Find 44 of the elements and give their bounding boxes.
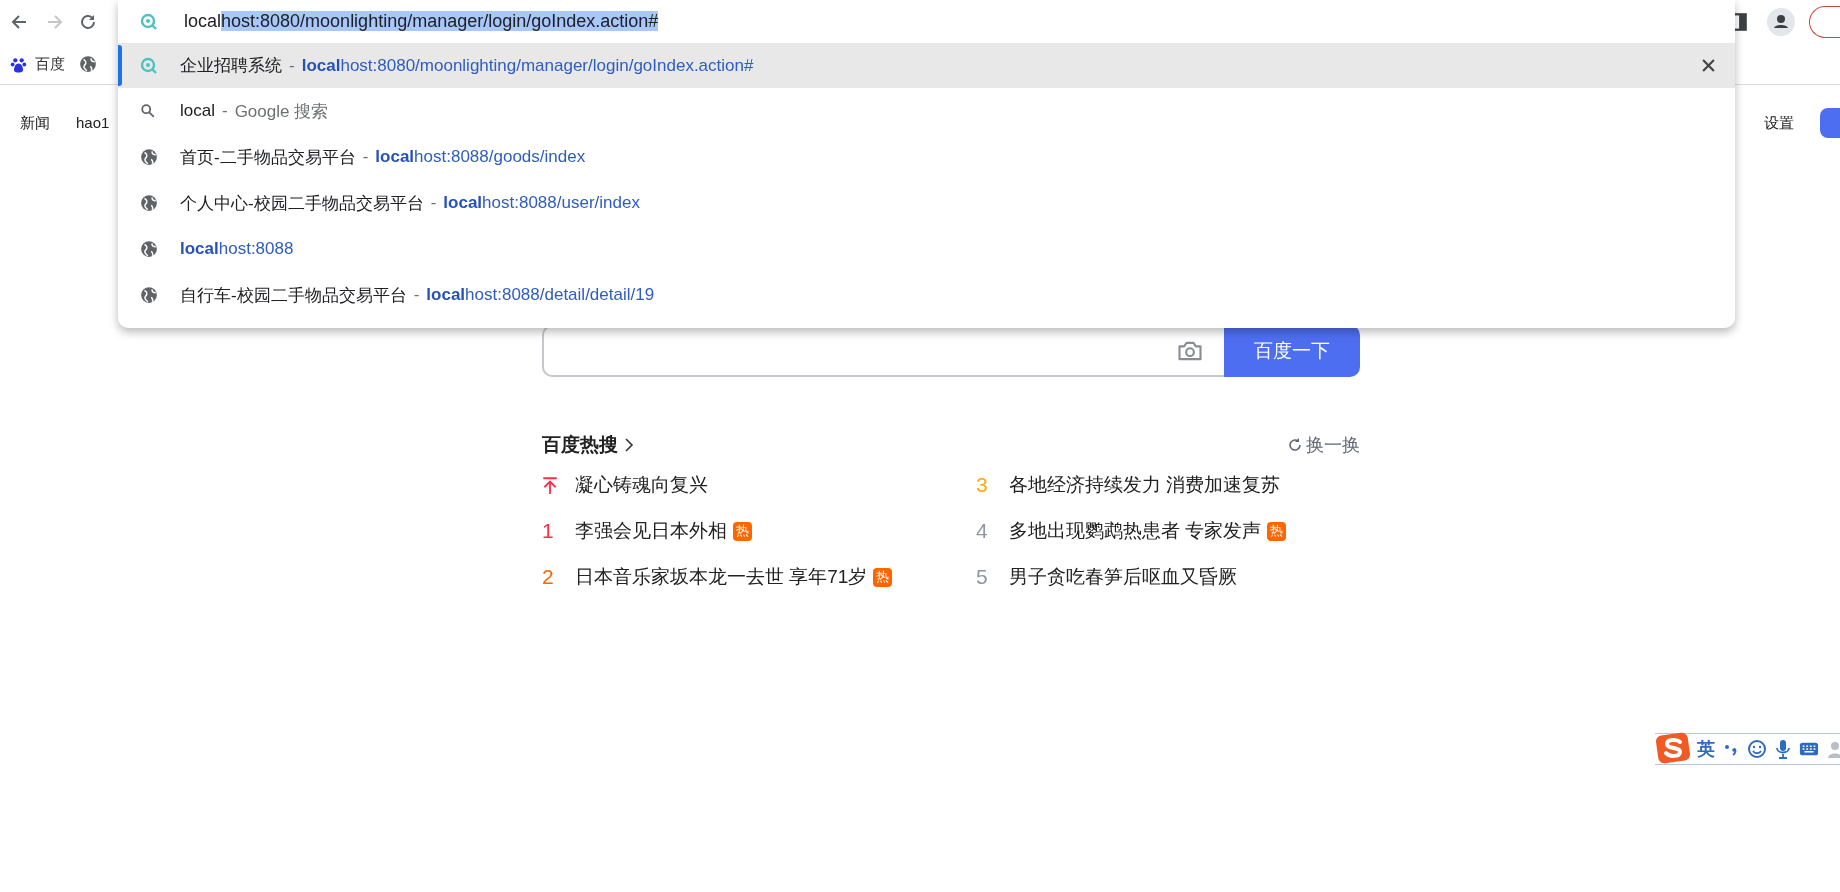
rank-number: 3 bbox=[976, 473, 989, 497]
suggestion-item[interactable]: 首页-二手物品交易平台 - localhost:8088/goods/index bbox=[118, 134, 1735, 180]
separator-dash: - bbox=[413, 285, 420, 305]
suggestion-url: localhost:8088/detail/detail/19 bbox=[426, 285, 655, 305]
suggestion-title: 自行车-校园二手物品交易平台 bbox=[180, 284, 407, 307]
search-button[interactable]: 百度一下 bbox=[1224, 325, 1360, 377]
input-mode-label[interactable]: 英 bbox=[1697, 737, 1715, 761]
hot-search-link[interactable]: 日本音乐家坂本龙一去世 享年71岁 bbox=[575, 564, 868, 590]
hot-search-link[interactable]: 多地出现鹦鹉热患者 专家发声 bbox=[1009, 518, 1262, 544]
suggestion-url: localhost:8088 bbox=[180, 239, 294, 259]
refresh-link[interactable]: 换一换 bbox=[1287, 433, 1360, 457]
suggestion-title: 个人中心-校园二手物品交易平台 bbox=[180, 192, 424, 215]
hot-search-link[interactable]: 凝心铸魂向复兴 bbox=[575, 472, 708, 498]
suggestion-title: 企业招聘系统 bbox=[180, 55, 282, 77]
suggestion-item[interactable]: local - Google 搜索 bbox=[118, 88, 1735, 134]
rank-number: 2 bbox=[542, 565, 555, 589]
hot-badge: 热 bbox=[873, 567, 893, 587]
bookmark-item[interactable]: 百度 bbox=[10, 54, 65, 74]
rank-number: 4 bbox=[976, 519, 989, 543]
suggestion-suffix: Google 搜索 bbox=[234, 100, 329, 123]
suggestion-title: 首页-二手物品交易平台 bbox=[180, 146, 356, 169]
suggestion-item[interactable]: 企业招聘系统 - localhost:8080/moonlighting/manager/login/goIndex.action# bbox=[118, 43, 1735, 88]
rank-number: 5 bbox=[976, 565, 989, 589]
hot-search-title[interactable]: 百度热搜 bbox=[542, 432, 634, 458]
hot-badge: 热 bbox=[733, 521, 752, 541]
rank-number: 1 bbox=[542, 519, 555, 543]
suggestion-title: local bbox=[180, 101, 215, 121]
suggestion-url: localhost:8080/moonlighting/manager/login/goIndex.action# bbox=[301, 55, 754, 76]
suggestion-item[interactable]: 自行车-校园二手物品交易平台 - localhost:8088/detail/detail/19 bbox=[118, 272, 1735, 318]
separator-dash: - bbox=[362, 147, 369, 167]
suggestion-url: localhost:8088/user/index bbox=[443, 193, 640, 213]
hot-badge: 热 bbox=[1267, 521, 1287, 541]
hot-search-link[interactable]: 各地经济持续发力 消费加速复苏 bbox=[1009, 472, 1281, 498]
hot-search-link[interactable]: 李强会见日本外相 bbox=[575, 518, 727, 544]
hot-search-link[interactable]: 男子贪吃春笋后呕血又昏厥 bbox=[1009, 564, 1237, 590]
separator-dash: - bbox=[289, 55, 295, 76]
suggestion-item[interactable]: 个人中心-校园二手物品交易平台 - localhost:8088/user/index bbox=[118, 180, 1735, 226]
nav-link[interactable]: 新闻 bbox=[20, 113, 50, 133]
separator-dash: - bbox=[430, 193, 437, 213]
suggestion-url: localhost:8088/goods/index bbox=[375, 147, 586, 167]
nav-link[interactable]: hao1 bbox=[76, 113, 110, 133]
suggestion-item[interactable]: localhost:8088 bbox=[118, 226, 1735, 272]
separator-dash: - bbox=[221, 101, 228, 121]
nav-link[interactable]: 设置 bbox=[1764, 113, 1794, 133]
